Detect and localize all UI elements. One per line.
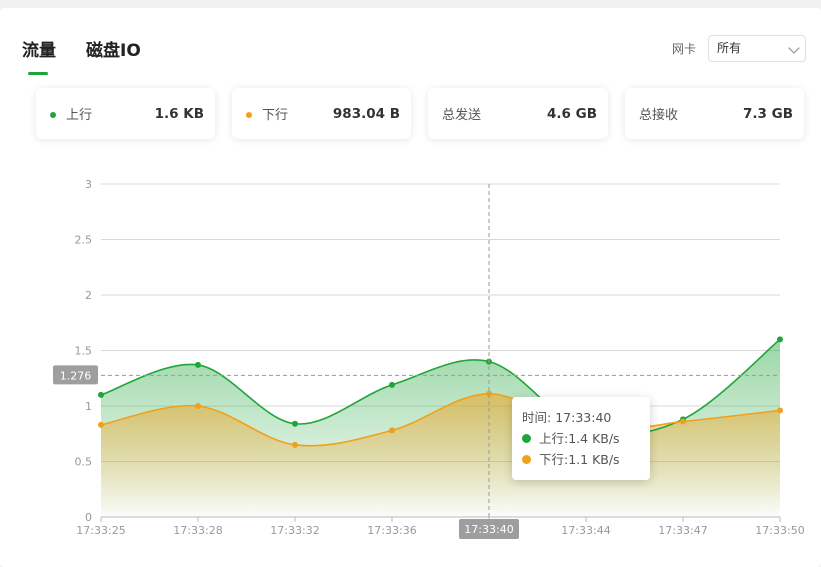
upload-dot-icon xyxy=(522,434,531,443)
traffic-chart[interactable]: 0 0.5 1 1.5 2 2.5 3 17:33:25 17:33:28 17:33:32 17:… xyxy=(0,0,821,567)
download-point xyxy=(777,407,783,414)
download-point xyxy=(680,418,686,425)
x-tick-label: 17:33:32 xyxy=(270,524,319,537)
x-tick-label: 17:33:25 xyxy=(76,524,125,537)
y-tick-label: 2 xyxy=(85,289,92,302)
upload-point xyxy=(777,336,783,343)
tooltip-down-label: 下行: xyxy=(539,452,569,467)
upload-point xyxy=(389,381,395,388)
x-tick-label: 17:33:47 xyxy=(658,524,707,537)
download-point xyxy=(389,427,395,434)
tooltip-up-label: 上行: xyxy=(539,431,569,446)
y-tick-label: 1.5 xyxy=(75,345,93,358)
download-dot-icon xyxy=(522,455,531,464)
y-tick-label: 1 xyxy=(85,400,92,413)
download-area xyxy=(101,393,780,517)
download-point xyxy=(195,403,201,409)
crosshair-y-label: 1.276 xyxy=(60,369,92,382)
y-tick-label: 2.5 xyxy=(75,234,93,247)
download-point xyxy=(292,441,298,448)
y-tick-label: 0.5 xyxy=(75,456,93,469)
crosshair-x-label: 17:33:40 xyxy=(464,523,513,536)
upload-point xyxy=(292,420,298,427)
upload-point xyxy=(195,361,201,368)
x-tick-label: 17:33:44 xyxy=(561,524,610,537)
tooltip-down-value: 1.1 KB/s xyxy=(568,452,620,467)
download-point xyxy=(98,421,104,428)
x-tick-label: 17:33:50 xyxy=(755,524,804,537)
y-tick-label: 3 xyxy=(85,178,92,191)
upload-point xyxy=(98,391,104,398)
x-tick-label: 17:33:36 xyxy=(367,524,416,537)
tooltip-up-value: 1.4 KB/s xyxy=(568,431,620,446)
tooltip-time: 17:33:40 xyxy=(555,410,612,425)
x-tick-label: 17:33:28 xyxy=(173,524,222,537)
y-tick-label: 0 xyxy=(85,511,92,524)
tooltip-time-label: 时间: xyxy=(522,410,552,425)
chart-tooltip: 时间: 17:33:40 上行:1.4 KB/s 下行:1.1 KB/s xyxy=(512,397,650,480)
